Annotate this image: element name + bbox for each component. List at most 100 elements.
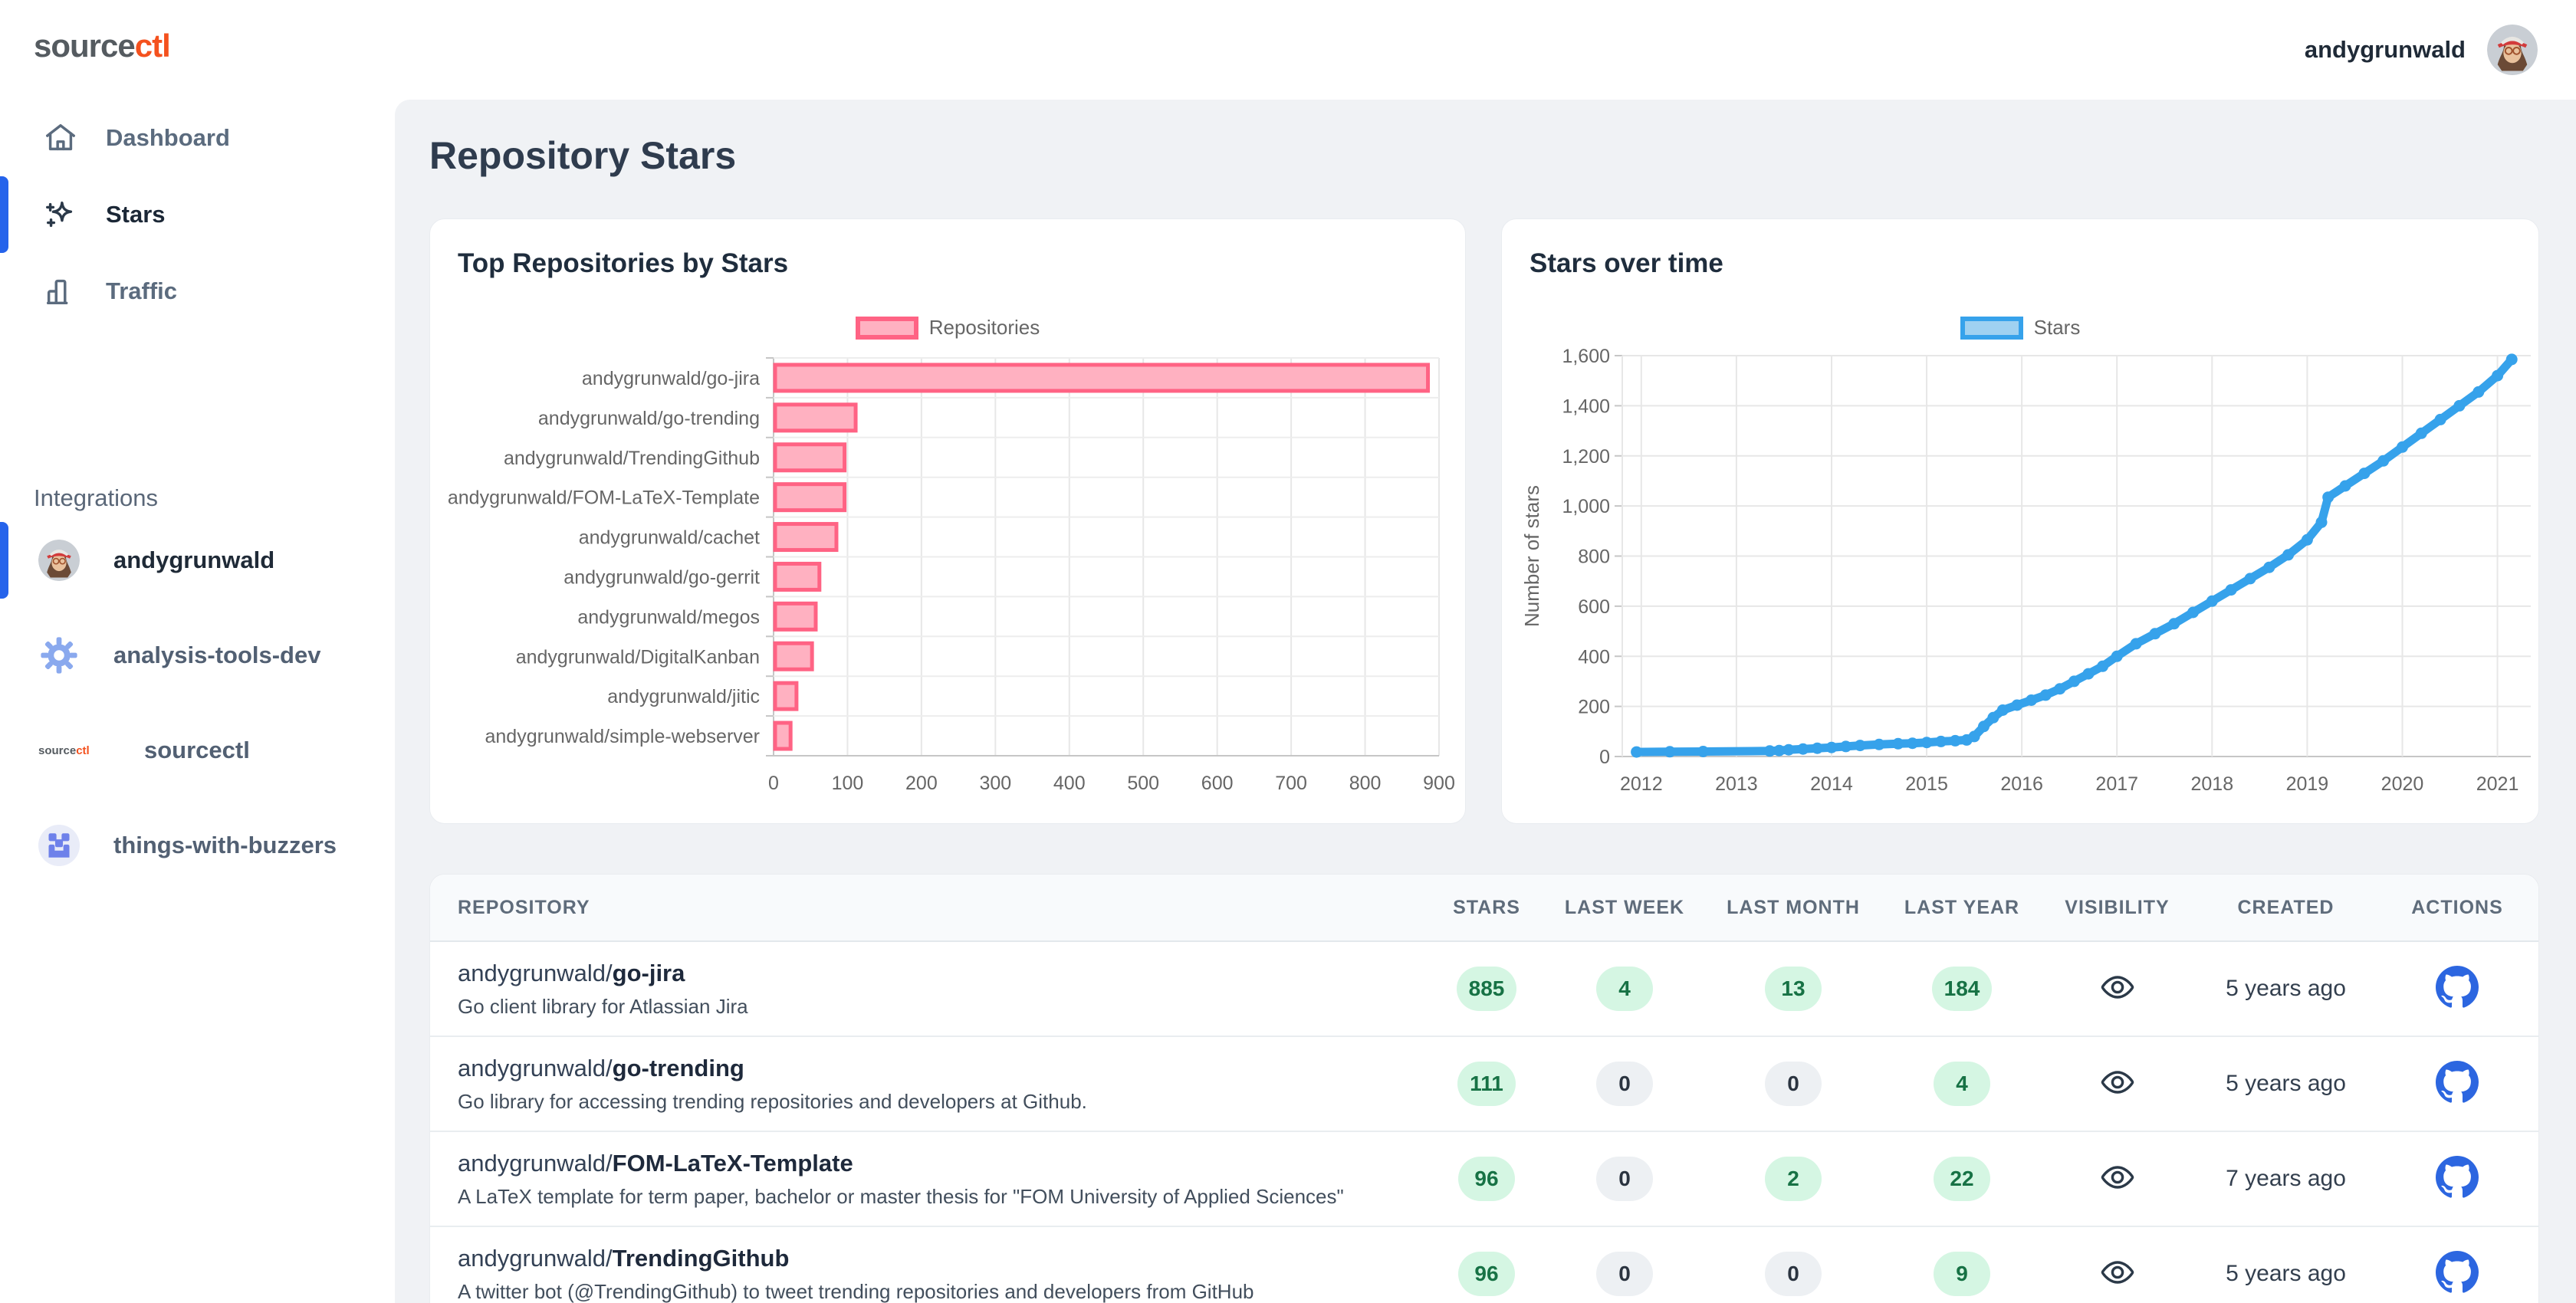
created-cell: 5 years ago — [2196, 976, 2376, 1002]
visibility-eye-icon[interactable] — [2099, 969, 2136, 1006]
repository-link[interactable]: andygrunwald/TrendingGithub — [458, 1245, 1425, 1272]
last-week-badge: 0 — [1596, 1062, 1653, 1106]
last-year-badge: 4 — [1934, 1062, 1990, 1106]
sidebar-item-stars[interactable]: Stars — [0, 189, 395, 240]
svg-text:2018: 2018 — [2191, 773, 2234, 795]
visibility-eye-icon[interactable] — [2099, 1159, 2136, 1196]
actions-cell — [2376, 1156, 2538, 1203]
column-header-stars: STARS — [1425, 897, 1548, 919]
svg-text:andygrunwald/TrendingGithub: andygrunwald/TrendingGithub — [504, 448, 760, 469]
last-week-cell: 0 — [1548, 1252, 1701, 1296]
svg-text:andygrunwald/go-jira: andygrunwald/go-jira — [582, 368, 760, 389]
integration-item-sourcectl[interactable]: sourcectl sourcectl — [0, 723, 395, 778]
visibility-cell — [2039, 1159, 2196, 1200]
column-header-last-week: LAST WEEK — [1548, 897, 1701, 919]
table-header-row: REPOSITORY STARS LAST WEEK LAST MONTH LA… — [430, 875, 2538, 942]
svg-text:400: 400 — [1053, 773, 1086, 794]
column-header-last-month: LAST MONTH — [1701, 897, 1885, 919]
created-cell: 5 years ago — [2196, 1071, 2376, 1097]
svg-text:0: 0 — [1599, 747, 1610, 768]
last-week-cell: 0 — [1548, 1062, 1701, 1106]
repository-cell: andygrunwald/go-jira Go client library f… — [430, 960, 1425, 1019]
integration-label: analysis-tools-dev — [113, 642, 320, 669]
last-year-badge: 9 — [1934, 1252, 1990, 1296]
repository-link[interactable]: andygrunwald/go-trending — [458, 1055, 1425, 1082]
visibility-cell — [2039, 969, 2196, 1009]
integrations-heading: Integrations — [34, 484, 158, 512]
stars-badge: 111 — [1457, 1062, 1516, 1106]
svg-text:Number of stars: Number of stars — [1520, 485, 1543, 627]
svg-text:300: 300 — [979, 773, 1011, 794]
visibility-eye-icon[interactable] — [2099, 1254, 2136, 1291]
svg-text:andygrunwald/DigitalKanban: andygrunwald/DigitalKanban — [516, 646, 760, 668]
svg-text:800: 800 — [1578, 546, 1610, 568]
svg-text:andygrunwald/FOM-LaTeX-Templat: andygrunwald/FOM-LaTeX-Template — [448, 487, 760, 509]
integration-item-things-with-buzzers[interactable]: things-with-buzzers — [0, 818, 395, 873]
svg-text:2015: 2015 — [1905, 773, 1948, 795]
repository-link[interactable]: andygrunwald/go-jira — [458, 960, 1425, 987]
sidebar: sourcectl Dashboard Stars Traffic Integr… — [0, 0, 395, 1303]
stars-cell: 111 — [1425, 1062, 1548, 1106]
topbar-avatar[interactable] — [2487, 25, 2538, 75]
column-header-last-year: LAST YEAR — [1885, 897, 2039, 919]
main-content: Repository Stars Top Repositories by Sta… — [395, 100, 2576, 1303]
svg-text:andygrunwald/jitic: andygrunwald/jitic — [607, 686, 760, 707]
column-header-visibility: VISIBILITY — [2039, 897, 2196, 919]
sidebar-item-label: Stars — [106, 201, 166, 228]
topbar-username[interactable]: andygrunwald — [2305, 36, 2466, 64]
column-header-repository: REPOSITORY — [430, 897, 1425, 919]
svg-text:1,600: 1,600 — [1562, 346, 1610, 367]
last-month-badge: 0 — [1765, 1062, 1822, 1106]
stars-cell: 96 — [1425, 1252, 1548, 1296]
svg-text:2013: 2013 — [1715, 773, 1758, 795]
sidebar-item-traffic[interactable]: Traffic — [0, 266, 395, 317]
svg-text:2020: 2020 — [2381, 773, 2424, 795]
column-header-actions: ACTIONS — [2376, 897, 2538, 919]
bar-chart: 0100200300400500600700800900andygrunwald… — [430, 219, 1465, 823]
last-month-cell: 2 — [1701, 1157, 1885, 1201]
repository-link[interactable]: andygrunwald/FOM-LaTeX-Template — [458, 1150, 1425, 1177]
visibility-cell — [2039, 1064, 2196, 1104]
svg-text:200: 200 — [905, 773, 938, 794]
svg-text:1,000: 1,000 — [1562, 496, 1610, 517]
line-chart: 02004006008001,0001,2001,4001,6002012201… — [1502, 219, 2538, 823]
created-cell: 7 years ago — [2196, 1166, 2376, 1192]
svg-text:400: 400 — [1578, 646, 1610, 668]
last-week-cell: 4 — [1548, 967, 1701, 1011]
app-logo[interactable]: sourcectl — [34, 28, 170, 64]
svg-text:900: 900 — [1423, 773, 1455, 794]
repository-description: A twitter bot (@TrendingGithub) to tweet… — [458, 1280, 1425, 1303]
repository-description: Go client library for Atlassian Jira — [458, 995, 1425, 1019]
svg-text:100: 100 — [832, 773, 864, 794]
created-cell: 5 years ago — [2196, 1261, 2376, 1287]
github-icon[interactable] — [2436, 1251, 2479, 1294]
integration-item-andygrunwald[interactable]: andygrunwald — [0, 533, 395, 588]
visibility-eye-icon[interactable] — [2099, 1064, 2136, 1101]
table-row: andygrunwald/go-jira Go client library f… — [430, 942, 2538, 1037]
last-week-badge: 0 — [1596, 1252, 1653, 1296]
sidebar-item-label: Dashboard — [106, 124, 230, 152]
table-row: andygrunwald/FOM-LaTeX-Template A LaTeX … — [430, 1132, 2538, 1227]
svg-text:1,200: 1,200 — [1562, 446, 1610, 468]
svg-text:600: 600 — [1201, 773, 1234, 794]
integration-item-analysis-tools-dev[interactable]: analysis-tools-dev — [0, 628, 395, 683]
stars-badge: 96 — [1458, 1157, 1515, 1201]
bar-chart-icon — [43, 274, 78, 309]
svg-text:andygrunwald/simple-webserver: andygrunwald/simple-webserver — [485, 726, 761, 747]
svg-text:200: 200 — [1578, 697, 1610, 718]
last-month-badge: 0 — [1765, 1252, 1822, 1296]
github-icon[interactable] — [2436, 966, 2479, 1009]
column-header-created: CREATED — [2196, 897, 2376, 919]
last-week-cell: 0 — [1548, 1157, 1701, 1201]
svg-text:800: 800 — [1349, 773, 1382, 794]
things-with-buzzers-icon — [38, 825, 80, 866]
sidebar-item-dashboard[interactable]: Dashboard — [0, 113, 395, 163]
svg-text:600: 600 — [1578, 596, 1610, 618]
github-icon[interactable] — [2436, 1061, 2479, 1104]
visibility-cell — [2039, 1254, 2196, 1295]
last-month-cell: 0 — [1701, 1062, 1885, 1106]
sourcectl-mini-logo-icon: sourcectl — [38, 744, 123, 757]
actions-cell — [2376, 1061, 2538, 1108]
last-month-badge: 2 — [1765, 1157, 1822, 1201]
github-icon[interactable] — [2436, 1156, 2479, 1199]
